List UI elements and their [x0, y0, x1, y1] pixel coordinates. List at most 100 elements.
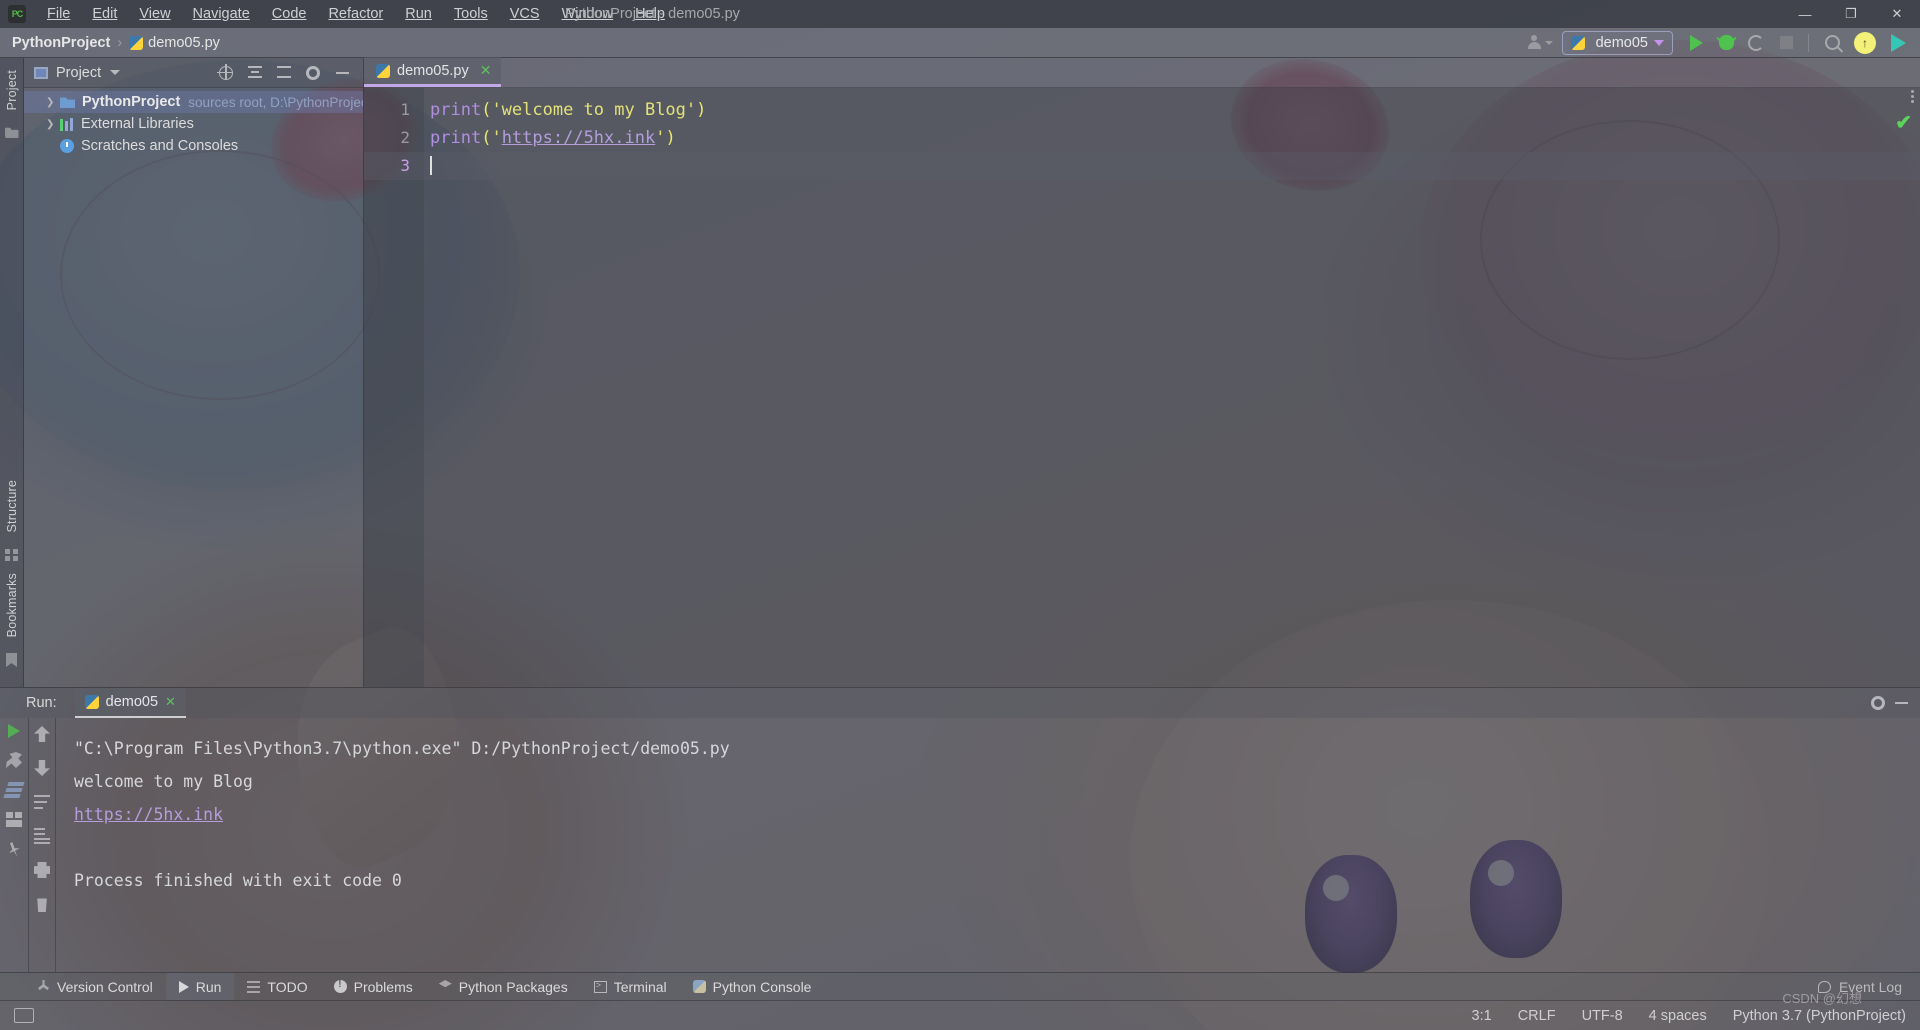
- tree-item-pythonproject[interactable]: ❯ PythonProject sources root, D:\PythonP…: [24, 91, 363, 113]
- run-button[interactable]: [1681, 30, 1711, 56]
- play-icon[interactable]: [8, 724, 20, 738]
- close-button[interactable]: ✕: [1874, 0, 1920, 28]
- chevron-right-icon[interactable]: ❯: [46, 97, 60, 108]
- tool-window-label: Version Control: [57, 978, 153, 995]
- tool-window-label: Terminal: [613, 978, 667, 995]
- python-file-icon: [84, 695, 99, 709]
- menu-item-file[interactable]: File: [36, 2, 81, 26]
- code-line-current[interactable]: [424, 152, 1920, 180]
- pin-icon[interactable]: [3, 839, 24, 860]
- expand-all-button[interactable]: [242, 61, 268, 85]
- chevron-right-icon[interactable]: ❯: [46, 119, 60, 130]
- gear-icon[interactable]: [1871, 696, 1885, 710]
- run-with-coverage-button[interactable]: [1741, 30, 1771, 56]
- debug-button[interactable]: [1711, 30, 1741, 56]
- breadcrumb-file[interactable]: demo05.py: [148, 35, 220, 51]
- chevron-down-icon[interactable]: [110, 70, 121, 75]
- trash-icon[interactable]: [37, 898, 47, 912]
- code-line[interactable]: print('https://5hx.ink'): [424, 124, 1920, 152]
- menu-item-navigate[interactable]: Navigate: [182, 2, 261, 26]
- ide-play-button[interactable]: [1882, 30, 1914, 56]
- menu-item-code[interactable]: Code: [261, 2, 318, 26]
- run-tab-demo05[interactable]: demo05 ✕: [74, 688, 186, 718]
- minus-icon: [335, 71, 349, 74]
- code-token: print: [430, 128, 482, 148]
- sidebar-tab-structure[interactable]: Structure: [5, 474, 19, 543]
- hide-panel-button[interactable]: [329, 61, 355, 85]
- line-number: 3: [364, 152, 424, 180]
- account-button[interactable]: [1526, 31, 1554, 55]
- run-second-toolbar: [28, 718, 56, 972]
- vcs-icon: [38, 980, 49, 991]
- maximize-button[interactable]: ❐: [1828, 0, 1874, 28]
- code-content[interactable]: print('welcome to my Blog') print('https…: [424, 88, 1920, 687]
- tool-window-run[interactable]: Run: [165, 972, 235, 1001]
- menu-item-run[interactable]: Run: [394, 2, 443, 26]
- code-editor[interactable]: 1 2 3 print('welcome to my Blog') print(…: [364, 88, 1920, 687]
- editor-tab-strip: demo05.py ✕: [364, 57, 1920, 88]
- tool-window-bar: Version Control Run TODO Problems Python…: [0, 972, 1920, 1001]
- code-token: print: [430, 100, 482, 120]
- tool-window-todo[interactable]: TODO: [234, 973, 320, 1001]
- close-icon[interactable]: ✕: [476, 62, 492, 79]
- select-opened-file-button[interactable]: [213, 61, 239, 85]
- breadcrumb-project[interactable]: PythonProject: [12, 35, 110, 51]
- tool-window-problems[interactable]: Problems: [321, 973, 426, 1001]
- close-icon[interactable]: ✕: [165, 694, 176, 710]
- minus-icon[interactable]: [1895, 702, 1908, 704]
- caret-position[interactable]: 3:1: [1472, 1008, 1492, 1024]
- arrow-up-icon[interactable]: [34, 726, 50, 742]
- update-button[interactable]: ↑: [1848, 30, 1882, 56]
- inspection-status-icon[interactable]: ✔: [1895, 110, 1912, 135]
- tool-window-python-console[interactable]: Python Console: [680, 973, 825, 1001]
- menu-item-refactor[interactable]: Refactor: [317, 2, 394, 26]
- run-console-output[interactable]: "C:\Program Files\Python3.7\python.exe" …: [56, 718, 1920, 972]
- tool-window-terminal[interactable]: Terminal: [581, 973, 680, 1001]
- python-interpreter[interactable]: Python 3.7 (PythonProject): [1733, 1008, 1906, 1024]
- editor-tab-demo05[interactable]: demo05.py ✕: [364, 57, 502, 87]
- line-separator[interactable]: CRLF: [1518, 1008, 1556, 1024]
- print-icon[interactable]: [34, 862, 50, 878]
- code-link[interactable]: https://5hx.ink: [502, 128, 656, 148]
- run-configuration-selector[interactable]: demo05: [1561, 30, 1673, 55]
- menu-item-edit[interactable]: Edit: [81, 2, 128, 26]
- tool-window-version-control[interactable]: Version Control: [24, 973, 166, 1001]
- tool-window-label: TODO: [267, 978, 308, 995]
- toolbar-divider: [1808, 33, 1809, 52]
- line-number-gutter: 1 2 3: [364, 88, 424, 687]
- pycharm-logo-icon: PC: [8, 5, 26, 23]
- indent-setting[interactable]: 4 spaces: [1649, 1008, 1707, 1024]
- layers-icon[interactable]: [3, 782, 25, 798]
- file-encoding[interactable]: UTF-8: [1582, 1008, 1623, 1024]
- minimize-button[interactable]: —: [1782, 0, 1828, 28]
- expand-all-icon: [248, 66, 262, 79]
- search-icon: [1824, 35, 1840, 50]
- stop-button[interactable]: [1771, 30, 1801, 56]
- editor-area: demo05.py ✕ 1 2 3 print('welcome to my B…: [364, 57, 1920, 687]
- settings-button[interactable]: [300, 61, 326, 85]
- inspection-widget[interactable]: [1911, 90, 1914, 103]
- python-file-icon: [129, 35, 144, 50]
- sidebar-tab-project[interactable]: Project: [5, 64, 19, 120]
- tree-item-label: External Libraries: [81, 116, 194, 132]
- code-line[interactable]: print('welcome to my Blog'): [424, 96, 1920, 124]
- menu-item-view[interactable]: View: [128, 2, 181, 26]
- blocks-icon[interactable]: [6, 812, 22, 828]
- collapse-all-button[interactable]: [271, 61, 297, 85]
- wrench-icon[interactable]: [6, 752, 22, 768]
- arrow-down-icon[interactable]: [34, 760, 50, 776]
- menu-item-tools[interactable]: Tools: [443, 2, 499, 26]
- tree-item-scratches[interactable]: Scratches and Consoles: [24, 135, 363, 157]
- collapse-all-icon: [277, 66, 291, 79]
- scroll-to-end-icon[interactable]: [34, 828, 50, 844]
- sidebar-tab-bookmarks[interactable]: Bookmarks: [5, 567, 19, 647]
- title-bar: PC File Edit View Navigate Code Refactor…: [0, 0, 1920, 28]
- tool-window-python-packages[interactable]: Python Packages: [426, 973, 581, 1001]
- menu-item-vcs[interactable]: VCS: [499, 2, 551, 26]
- soft-wrap-icon[interactable]: [34, 794, 50, 810]
- tree-item-external-libraries[interactable]: ❯ External Libraries: [24, 113, 363, 135]
- console-link[interactable]: https://5hx.ink: [74, 798, 223, 831]
- bug-icon: [1718, 35, 1734, 50]
- search-everywhere-button[interactable]: [1816, 30, 1848, 56]
- layout-toggle-icon[interactable]: [14, 1008, 34, 1023]
